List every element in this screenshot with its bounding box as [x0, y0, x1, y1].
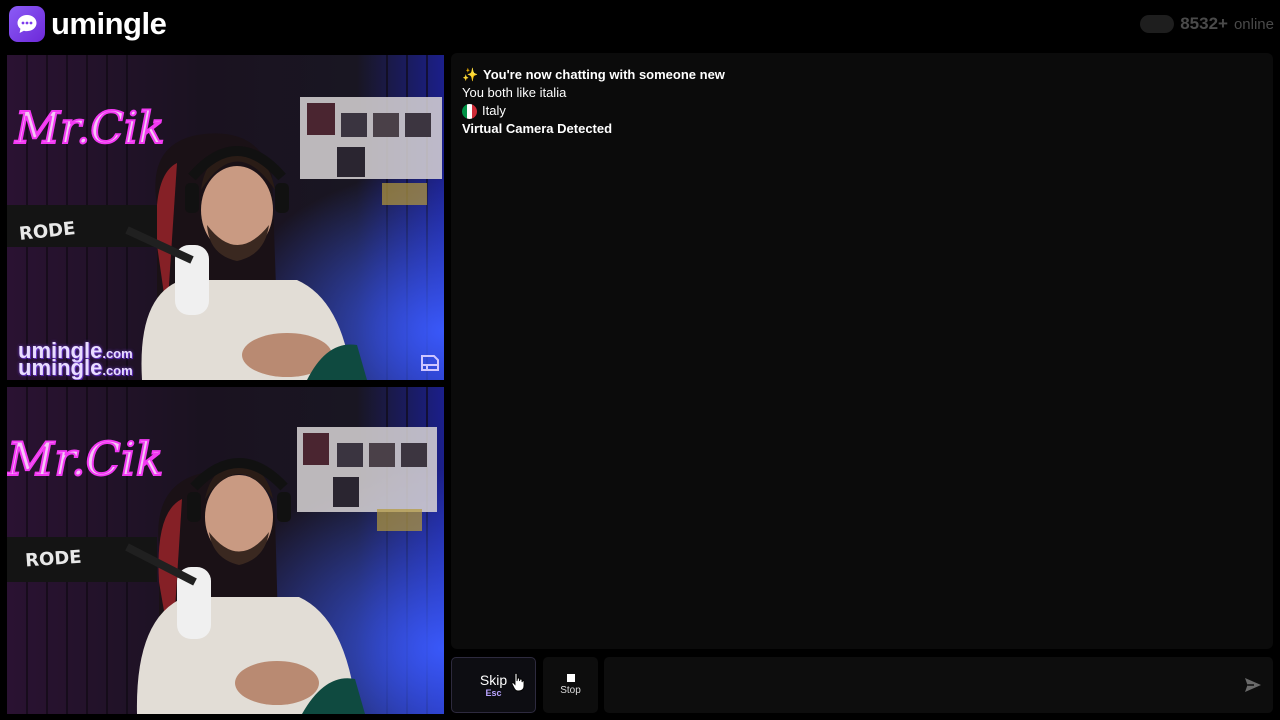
online-label: online: [1233, 15, 1274, 33]
chat-message: Italy: [462, 102, 725, 120]
neon-sign: Mr.Cik: [14, 103, 165, 154]
stop-icon: [566, 674, 575, 682]
chat-message-text: Virtual Camera Detected: [462, 121, 613, 136]
chat-message: Virtual Camera Detected: [462, 120, 725, 138]
skip-shortcut-hint: Esc: [485, 688, 502, 698]
chat-message: ✨ You're now chatting with someone new: [462, 66, 725, 84]
top-bar: umingle 8532+ online: [0, 0, 1280, 50]
chat-message-text: You're now chatting with someone new: [483, 67, 725, 82]
chat-message-text: You both like italia: [462, 85, 567, 100]
neon-sign-self: Mr.Cik: [7, 432, 163, 486]
watermark-suffix-shadow: .com: [102, 362, 133, 378]
stranger-video-frame: Mr.Cik RODE: [7, 55, 444, 380]
message-input[interactable]: [604, 657, 1273, 713]
self-video-frame: Mr.Cik RODE: [7, 387, 444, 714]
self-video: Mr.Cik RODE: [7, 387, 444, 714]
chat-message: You both like italia: [462, 84, 725, 102]
send-icon[interactable]: [1243, 676, 1263, 694]
chat-messages: ✨ You're now chatting with someone new Y…: [462, 66, 725, 138]
sparkles-icon: ✨: [462, 67, 479, 82]
chat-bubble-icon: [9, 6, 45, 42]
chat-panel: ✨ You're now chatting with someone new Y…: [451, 53, 1273, 649]
chat-message-text: Italy: [482, 103, 506, 118]
italy-flag-icon: [462, 103, 477, 119]
stranger-video: Mr.Cik RODE umingle.com umingle.com: [7, 55, 444, 380]
stop-button[interactable]: Stop: [543, 657, 598, 713]
stop-label: Stop: [560, 685, 581, 696]
online-toggle[interactable]: [1140, 15, 1175, 33]
watermark-suffix: .com: [102, 346, 133, 361]
hand-cursor-icon: [511, 672, 525, 692]
online-count: 8532+: [1180, 14, 1228, 33]
logo[interactable]: umingle: [9, 6, 167, 42]
logo-text: umingle: [51, 6, 167, 41]
svg-text:RODE: RODE: [24, 547, 82, 572]
watermark: umingle.com umingle.com: [18, 340, 133, 379]
watermark-main-shadow: umingle: [18, 354, 103, 380]
online-indicator: 8532+ online: [1140, 14, 1274, 34]
skip-label: Skip: [479, 672, 508, 688]
camera-switch-icon[interactable]: [419, 352, 441, 374]
